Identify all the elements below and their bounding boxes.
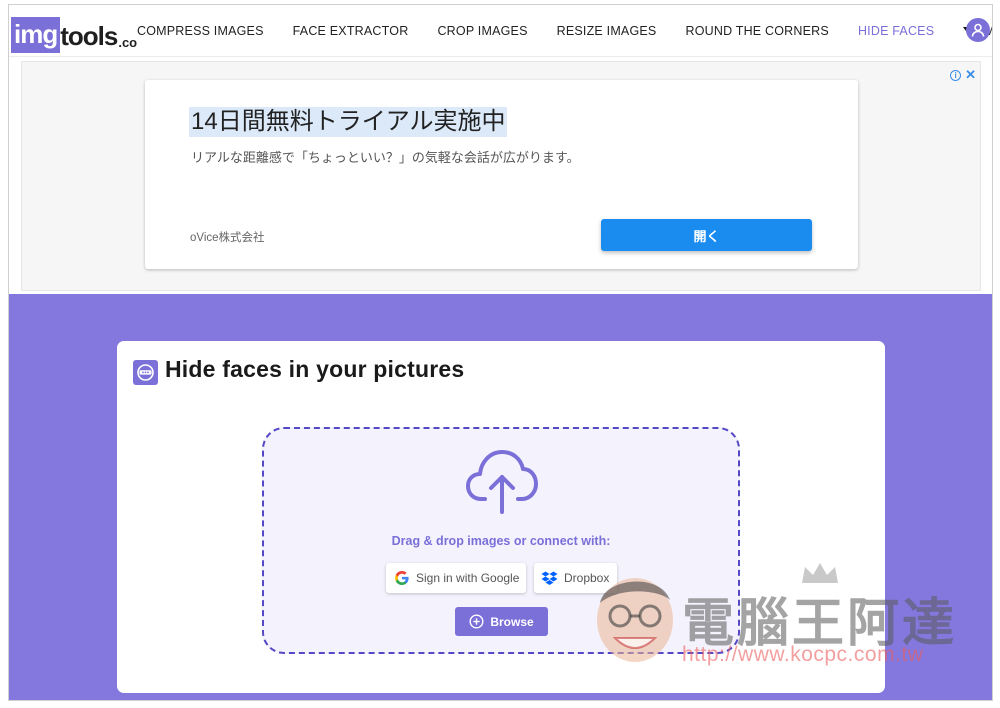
tool-card: Hide faces in your pictures Drag & drop … [117,341,885,693]
logo-tld: .co [118,35,138,50]
ad-card[interactable]: 14日間無料トライアル実施中 リアルな距離感で「ちょっといい？」の気軽な会話が広… [145,80,858,269]
browse-button[interactable]: Browse [455,607,548,636]
ad-description: リアルな距離感で「ちょっといい？」の気軽な会話が広がります。 [191,150,580,165]
ad-choices[interactable]: i ✕ [950,67,976,83]
ad-area: i ✕ 14日間無料トライアル実施中 リアルな距離感で「ちょっといい？」の気軽な… [21,61,981,291]
dropbox-label: Dropbox [564,571,610,585]
user-avatar-button[interactable] [966,18,990,42]
google-signin-button[interactable]: Sign in with Google [386,563,526,593]
page-frame: img tools .co COMPRESS IMAGES FACE EXTRA… [8,4,993,701]
logo-tools-part: tools [60,21,118,51]
nav-crop-images[interactable]: CROP IMAGES [437,24,527,38]
ad-open-button[interactable]: 開く [601,219,812,251]
nav-compress-images[interactable]: COMPRESS IMAGES [137,24,264,38]
ad-title: 14日間無料トライアル実施中 [189,107,508,137]
nav-face-extractor[interactable]: FACE EXTRACTOR [293,24,409,38]
user-icon [971,23,985,37]
browse-label: Browse [490,614,534,629]
nav-hide-faces[interactable]: HIDE FACES [858,24,934,38]
page-title: Hide faces in your pictures [165,356,465,382]
nav-resize-images[interactable]: RESIZE IMAGES [557,24,657,38]
dropbox-button[interactable]: Dropbox [534,563,617,593]
cloud-upload-icon [466,450,538,514]
ad-company: oVice株式会社 [190,232,265,244]
dropzone-instructions: Drag & drop images or connect with: [391,534,611,548]
header: img tools .co COMPRESS IMAGES FACE EXTRA… [9,5,992,57]
tool-section: Hide faces in your pictures Drag & drop … [9,294,992,700]
plus-circle-icon [469,614,484,629]
nav-round-corners[interactable]: ROUND THE CORNERS [685,24,828,38]
ad-info-icon[interactable]: i [950,69,962,81]
logo[interactable]: img tools .co [11,13,137,53]
logo-img-part: img [11,17,61,53]
hide-face-icon [133,360,158,385]
google-icon [395,571,409,585]
google-signin-label: Sign in with Google [416,571,520,585]
image-dropzone[interactable]: Drag & drop images or connect with: Sign… [262,427,740,654]
main-nav: COMPRESS IMAGES FACE EXTRACTOR CROP IMAG… [137,5,992,57]
dropbox-icon [541,571,558,585]
ad-close-icon[interactable]: ✕ [965,67,976,83]
